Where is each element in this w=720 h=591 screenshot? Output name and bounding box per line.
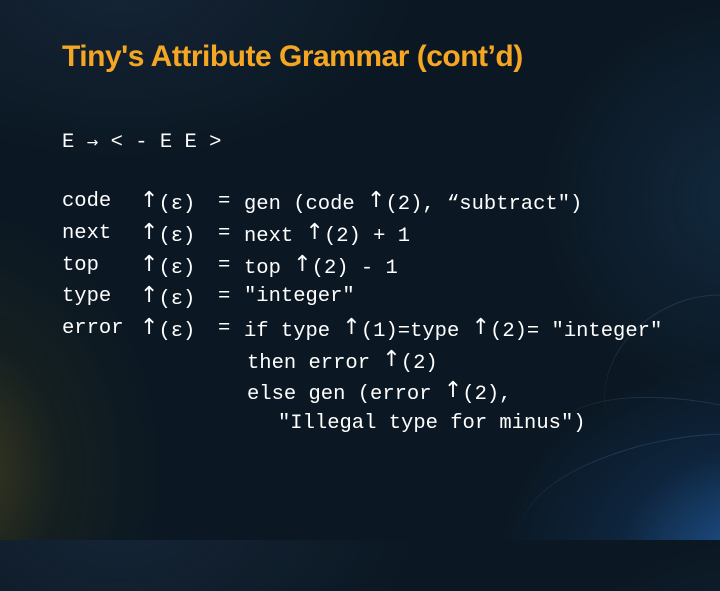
expr-text: (2) [400,352,438,375]
rule-attr-arg: ↑(ε) [140,283,196,317]
up-arrow-icon: ↑ [140,283,159,308]
slide-title: Tiny's Attribute Grammar (cont’d) [62,40,523,73]
expr-text: (2)= "integer" [490,320,663,343]
expr-text: else gen (error [247,383,444,406]
production-rhs: < - E E > [110,131,222,154]
rule-continuation-else: else gen (error ↑(2), [247,378,512,412]
right-arrow-icon: → [86,135,99,151]
up-arrow-icon: ↑ [140,252,159,277]
expr-text: then error [247,352,383,375]
expr-text: (2) + 1 [323,225,411,248]
equals-sign: = [218,317,231,340]
up-arrow-icon: ↑ [140,315,159,340]
expr-text: (2), “subtract") [385,193,583,216]
expr-text: next [244,225,306,248]
expr-text: gen (code [244,193,368,216]
epsilon-arg: (ε) [158,288,196,311]
production-lhs: E [62,131,75,154]
rule-attr-arg: ↑(ε) [140,252,196,286]
up-arrow-icon: ↑ [140,188,159,213]
up-arrow-icon: ↑ [305,220,324,245]
up-arrow-icon: ↑ [471,315,491,340]
up-arrow-icon: ↑ [367,188,386,213]
expr-text: (1)=type [360,320,472,343]
production-rule: E → < - E E > [62,127,221,160]
rule-attr-name: type [62,285,112,308]
rule-expression: if type ↑(1)=type ↑(2)= "integer" [244,315,663,349]
rule-attr-arg: ↑(ε) [140,315,196,349]
rule-expression: top ↑(2) - 1 [244,252,398,286]
rule-expression: next ↑(2) + 1 [244,220,411,254]
rule-attr-name: code [62,190,112,213]
rule-attr-arg: ↑(ε) [140,220,196,254]
expr-text: "Illegal type for minus") [278,412,586,435]
equals-sign: = [218,222,231,245]
rule-attr-name: top [62,254,99,277]
rule-continuation-then: then error ↑(2) [247,347,438,381]
equals-sign: = [218,254,231,277]
up-arrow-icon: ↑ [382,347,401,372]
expr-text: "integer" [244,285,355,308]
rule-expression: "integer" [244,285,355,317]
epsilon-arg: (ε) [158,320,196,343]
up-arrow-icon: ↑ [140,220,159,245]
equals-sign: = [218,285,231,308]
epsilon-arg: (ε) [158,257,196,280]
rule-attr-arg: ↑(ε) [140,188,196,222]
up-arrow-icon: ↑ [293,252,312,277]
rule-continuation-message: "Illegal type for minus") [278,412,586,444]
rule-expression: gen (code ↑(2), “subtract") [244,188,583,222]
background-streak [573,260,720,501]
expr-text: top [244,257,294,280]
background-streak [554,382,720,509]
rule-attr-name: next [62,222,112,245]
up-arrow-icon: ↑ [443,378,463,403]
rule-attr-name: error [62,317,124,340]
expr-text: if type [244,320,343,343]
epsilon-arg: (ε) [158,225,196,248]
expr-text: (2), [462,383,512,406]
equals-sign: = [218,190,231,213]
expr-text: (2) - 1 [311,257,398,280]
up-arrow-icon: ↑ [342,315,361,340]
epsilon-arg: (ε) [158,193,196,216]
